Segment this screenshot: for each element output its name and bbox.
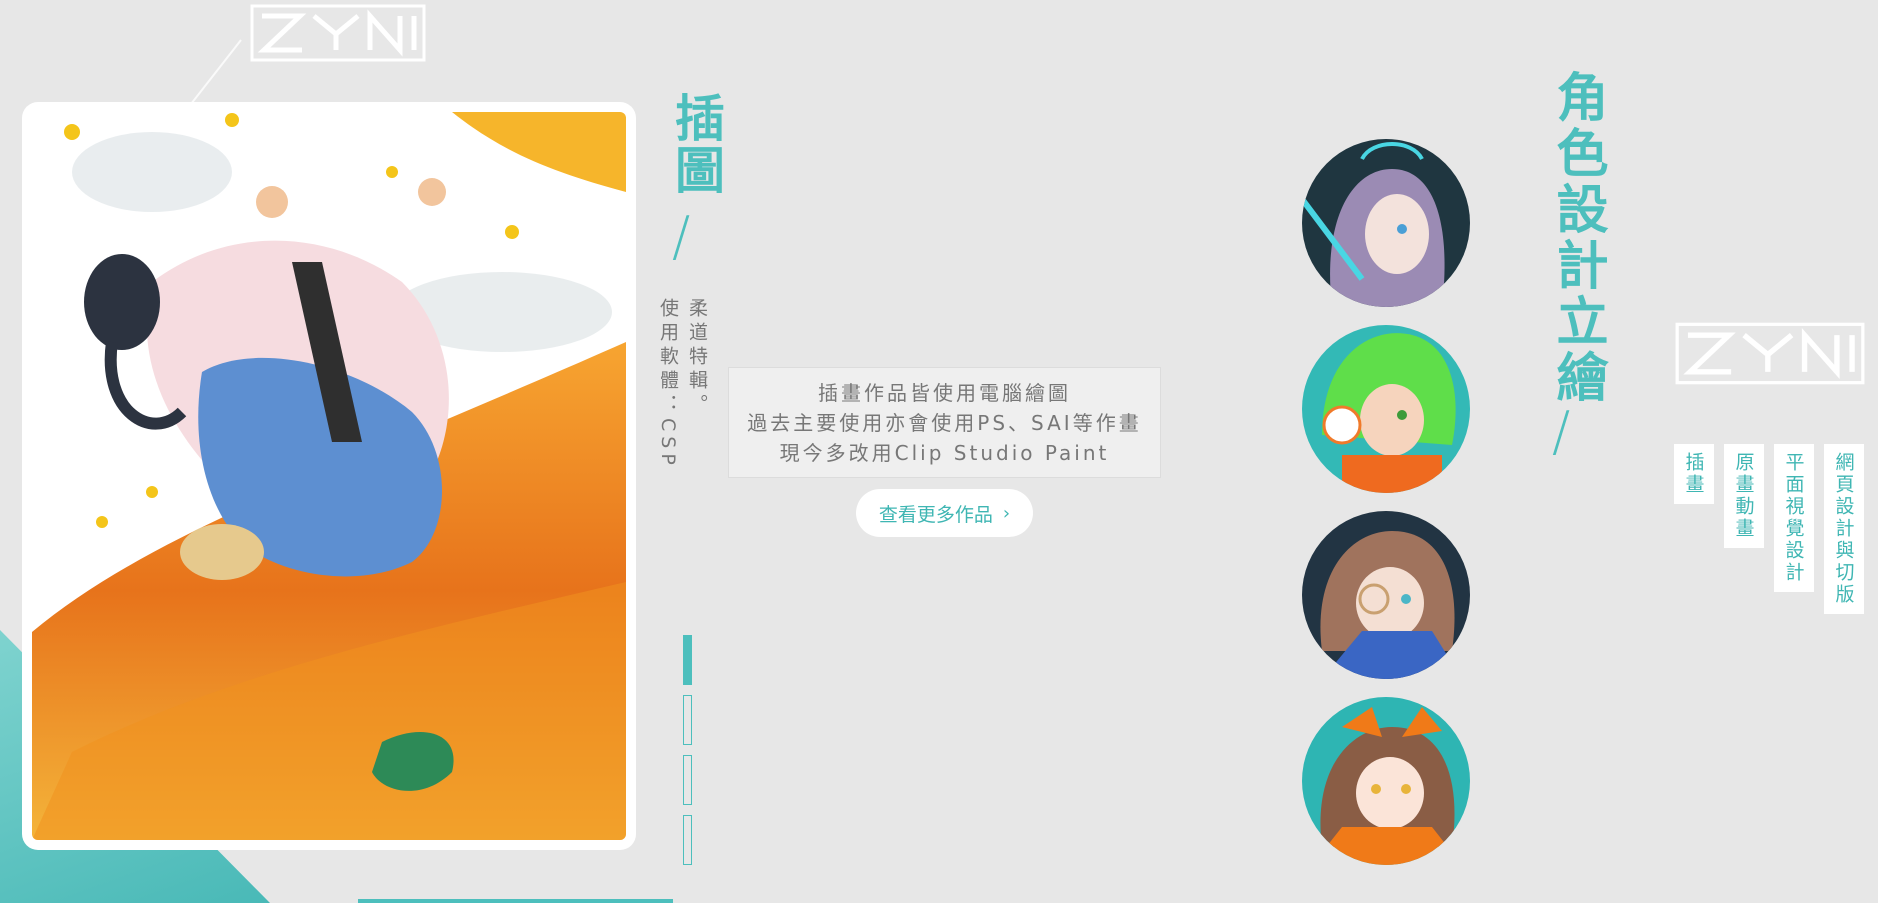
pager-indicator-4[interactable] [683,815,692,865]
view-more-label: 查看更多作品 [878,503,993,526]
side-logo [1675,322,1865,385]
character-avatar-3[interactable] [1302,511,1470,679]
nav-item-web-design[interactable]: 網頁設計與切版 [1824,444,1864,614]
description-line: 過去主要使用亦會使用PS、SAI等作畫 [747,410,1142,435]
featured-illustration [32,112,626,840]
illustration-title-slash: / [672,205,691,268]
purple-hair-character-icon [1302,139,1470,307]
nav-item-animation[interactable]: 原畫動畫 [1724,444,1764,548]
nav-item-illustration[interactable]: 插畫 [1674,444,1714,504]
character-avatar-1[interactable] [1302,139,1470,307]
character-title-slash: / [1552,400,1571,463]
orange-bow-character-icon [1302,697,1470,865]
character-avatar-2[interactable] [1302,325,1470,493]
brown-hair-character-icon [1302,511,1470,679]
illustration-subtitle: 柔道特輯。 [686,298,708,418]
description-line: 現今多改用Clip Studio Paint [779,440,1110,465]
character-design-title: 角色設計立繪 [1547,70,1607,406]
nav-item-graphic-design[interactable]: 平面視覺設計 [1774,444,1814,592]
bottom-accent-line [358,899,673,903]
pager-indicator-1[interactable] [683,635,692,685]
zyni-logo-icon [1675,322,1865,385]
zyni-logo-icon [250,4,426,62]
featured-illustration-card[interactable] [22,102,636,850]
view-more-works-button[interactable]: 查看更多作品 › [856,489,1033,537]
description-line: 插畫作品皆使用電腦繪圖 [818,380,1071,405]
green-hair-character-icon [1302,325,1470,493]
chevron-right-icon: › [1002,502,1011,524]
character-avatar-4[interactable] [1302,697,1470,865]
illustration-description: 插畫作品皆使用電腦繪圖 過去主要使用亦會使用PS、SAI等作畫 現今多改用Cli… [728,367,1161,478]
pager-indicator-2[interactable] [683,695,692,745]
illustration-tool: 使用軟體：CSP [657,298,679,470]
top-logo[interactable] [250,4,426,62]
illustration-title: 插圖 [667,92,725,196]
pager-indicator-3[interactable] [683,755,692,805]
